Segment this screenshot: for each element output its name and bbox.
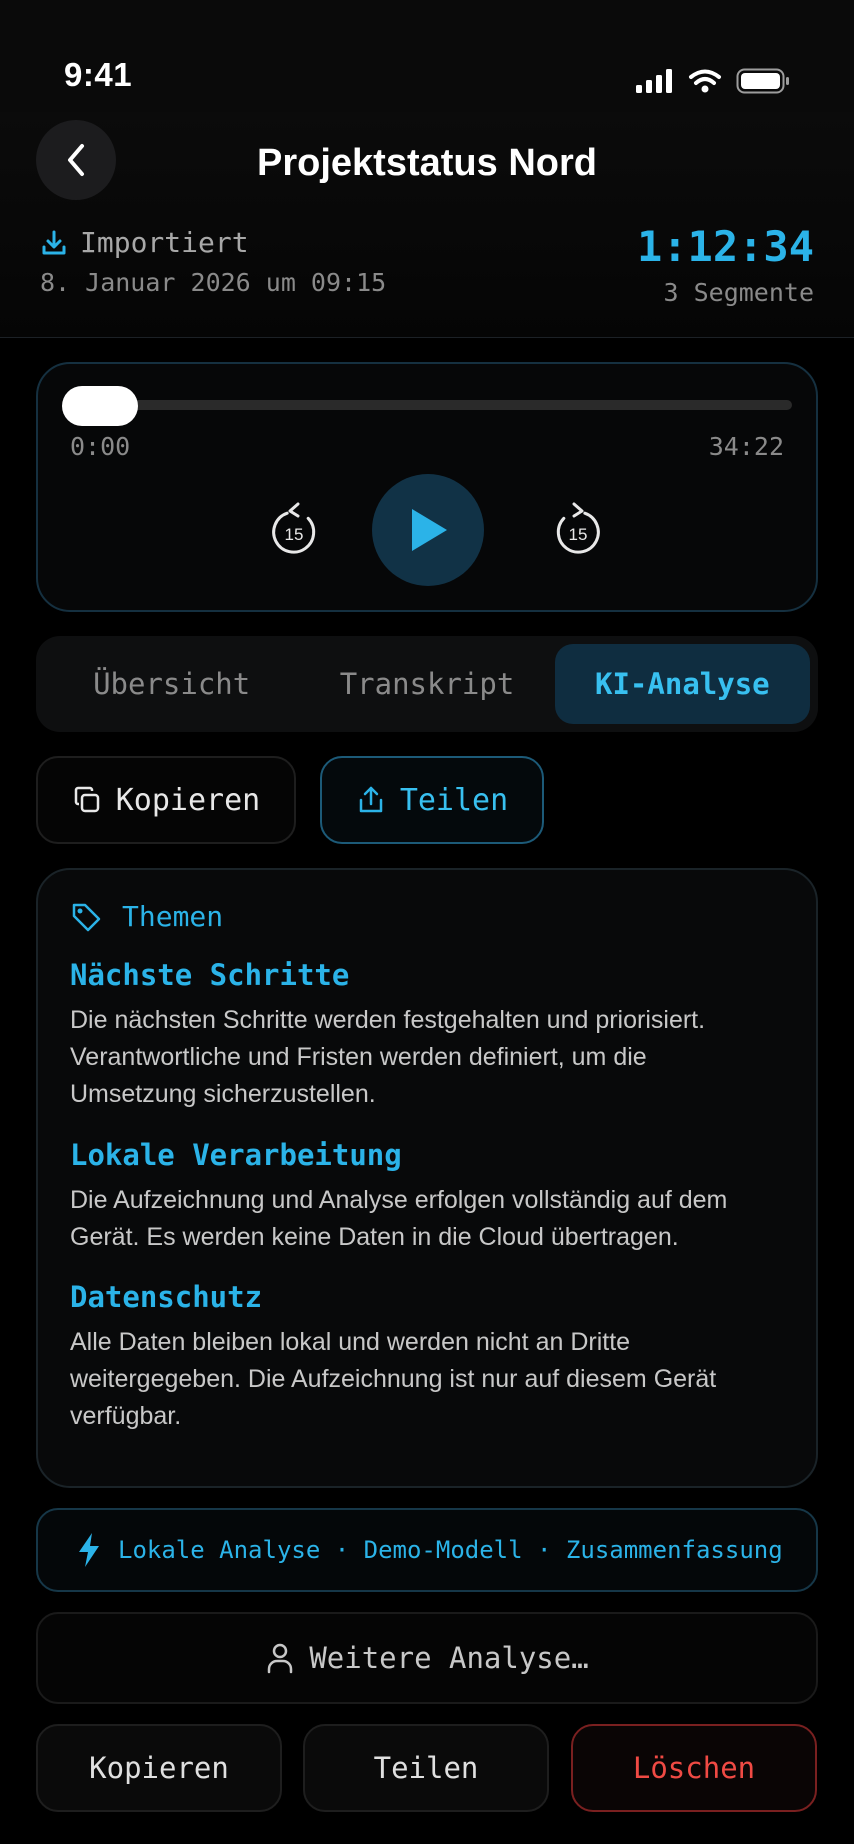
- status-icons: [636, 68, 790, 94]
- svg-text:15: 15: [285, 525, 304, 544]
- segment-count: 3 Segmente: [663, 278, 814, 307]
- status-bar: 9:41: [0, 0, 854, 120]
- topic-text: Die Aufzeichnung und Analyse erfolgen vo…: [70, 1186, 728, 1251]
- tab-uebersicht[interactable]: Übersicht: [44, 644, 299, 724]
- analysis-info-pill: Lokale Analyse · Demo-Modell · Zusammenf…: [36, 1508, 818, 1592]
- tab-bar: Übersicht Transkript KI-Analyse: [36, 636, 818, 732]
- import-label: Importiert: [80, 226, 249, 259]
- wifi-icon: [689, 69, 721, 93]
- topic-text: Alle Daten bleiben lokal und werden nich…: [70, 1328, 717, 1430]
- play-icon: [412, 509, 447, 551]
- topic-text: Die nächsten Schritte werden festgehalte…: [70, 1006, 706, 1108]
- skip-forward-15-icon[interactable]: 15: [548, 500, 608, 560]
- copy-icon: [74, 786, 99, 813]
- themes-card: Themen Nächste Schritte Die nächsten Sch…: [36, 868, 818, 1488]
- share-button[interactable]: Teilen: [303, 1724, 549, 1812]
- battery-icon: [736, 68, 789, 94]
- tab-transkript[interactable]: Transkript: [299, 644, 554, 724]
- topic-title: Nächste Schritte: [70, 958, 350, 992]
- topic-title: Datenschutz: [70, 1280, 263, 1314]
- topic-title: Lokale Verarbeitung: [70, 1138, 402, 1172]
- total-time: 34:22: [708, 432, 784, 461]
- play-button[interactable]: [372, 474, 484, 586]
- more-analysis-label: Weitere Analyse…: [309, 1641, 589, 1675]
- download-icon: [42, 230, 66, 254]
- share-icon: [359, 786, 383, 813]
- person-icon: [268, 1643, 293, 1674]
- current-time: 0:00: [70, 432, 131, 461]
- copy-analysis-button[interactable]: Kopieren: [36, 756, 296, 844]
- recording-header: Projektstatus Nord Importiert 8. Januar …: [0, 112, 854, 338]
- progress-thumb[interactable]: [62, 386, 138, 426]
- page-title: Projektstatus Nord: [257, 142, 597, 184]
- status-time: 9:41: [64, 56, 133, 93]
- import-status: Importiert: [40, 226, 249, 259]
- analysis-info-text: Lokale Analyse · Demo-Modell · Zusammenf…: [118, 1536, 783, 1564]
- share-analysis-button[interactable]: Teilen: [320, 756, 544, 844]
- signal-icon: [636, 69, 672, 93]
- svg-text:15: 15: [569, 525, 588, 544]
- recording-duration: 1:12:34: [636, 222, 814, 271]
- tab-ki-analyse[interactable]: KI-Analyse: [554, 644, 810, 724]
- more-analysis-button[interactable]: Weitere Analyse…: [36, 1612, 818, 1704]
- import-date: 8. Januar 2026 um 09:15: [40, 268, 387, 297]
- themes-header: Themen: [70, 900, 223, 933]
- progress-track[interactable]: [64, 400, 792, 410]
- bolt-icon: [79, 1533, 99, 1567]
- delete-button[interactable]: Löschen: [571, 1724, 817, 1812]
- tag-icon: [72, 903, 101, 931]
- themes-title: Themen: [122, 900, 224, 933]
- copy-label: Kopieren: [115, 782, 261, 818]
- audio-player: 0:00 34:22 15 15: [36, 362, 818, 612]
- copy-button[interactable]: Kopieren: [36, 1724, 282, 1812]
- share-label: Teilen: [399, 782, 509, 818]
- skip-back-15-icon[interactable]: 15: [264, 500, 324, 560]
